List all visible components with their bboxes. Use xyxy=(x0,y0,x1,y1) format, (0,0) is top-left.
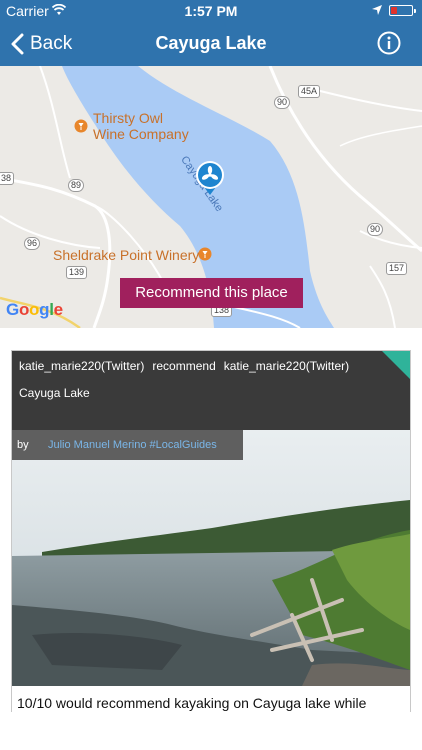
road xyxy=(369,265,396,328)
info-circle-icon[interactable] xyxy=(377,31,401,55)
recommended-to-name[interactable]: katie_marie220(Twitter) xyxy=(224,359,349,373)
thirsty-owl-label[interactable]: Thirsty Owl Wine Company xyxy=(93,110,189,142)
card-header: katie_marie220(Twitter) recommend katie_ma… xyxy=(12,351,410,430)
road-shield: 38 xyxy=(0,172,15,185)
place-photo[interactable] xyxy=(12,430,410,686)
battery-nub xyxy=(414,9,416,13)
recommendation-line: katie_marie220(Twitter) recommend katie_ma… xyxy=(19,359,357,373)
photo-attribution: by Julio Manuel Merino #LocalGuides xyxy=(12,430,243,460)
top-bar: Carrier 1:57 PM Back Cayuga Lake xyxy=(0,0,422,66)
winery-pin-icon[interactable] xyxy=(74,119,88,133)
road-shield: 89 xyxy=(68,179,85,192)
recommend-verb: recommend xyxy=(152,359,216,373)
recommender-name[interactable]: katie_marie220(Twitter) xyxy=(19,359,144,373)
corner-ribbon xyxy=(382,351,410,379)
clock: 1:57 PM xyxy=(184,3,238,19)
page-title: Cayuga Lake xyxy=(155,33,267,53)
bottom-fade xyxy=(0,712,422,750)
winery-pin-icon[interactable] xyxy=(198,247,212,261)
road-shield: 139 xyxy=(66,266,88,279)
place-marker-icon[interactable] xyxy=(194,160,226,196)
status-bar: Carrier 1:57 PM xyxy=(0,0,422,22)
road-shield: 90 xyxy=(367,223,384,236)
location-arrow-icon xyxy=(372,5,382,15)
recommendation-card[interactable]: katie_marie220(Twitter) recommend katie_ma… xyxy=(11,350,411,716)
road xyxy=(39,66,71,179)
place-name: Cayuga Lake xyxy=(19,386,90,400)
road-shield: 90 xyxy=(274,96,291,109)
road-shield: 45A xyxy=(298,85,321,98)
road xyxy=(0,215,101,249)
photo-author-link[interactable]: Julio Manuel Merino #LocalGuides xyxy=(48,439,217,451)
by-label: by xyxy=(17,439,29,451)
recommend-place-button[interactable]: Recommend this place xyxy=(120,278,303,308)
battery-level xyxy=(391,7,397,14)
road-shield: 96 xyxy=(24,237,41,250)
sheldrake-label[interactable]: Sheldrake Point Winery xyxy=(53,247,199,263)
navigation-bar: Back Cayuga Lake xyxy=(0,22,422,66)
battery-icon xyxy=(389,5,416,16)
map-view[interactable]: Thirsty Owl Wine Company Sheldrake Point… xyxy=(0,66,422,328)
lake-photo-image xyxy=(12,430,410,686)
google-logo: Google xyxy=(6,300,63,319)
post-caption: 10/10 would recommend kayaking on Cayuga… xyxy=(17,695,367,711)
road xyxy=(339,125,422,147)
road-shield: 157 xyxy=(386,262,408,275)
